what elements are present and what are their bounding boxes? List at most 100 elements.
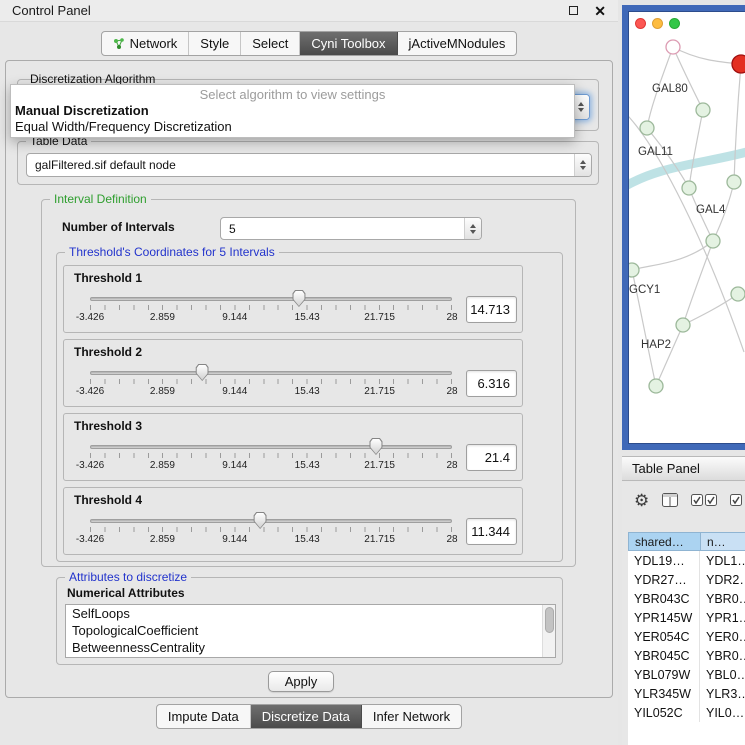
scale-label: 2.859 bbox=[150, 460, 175, 471]
cell-name[interactable]: YPR1… bbox=[700, 608, 745, 627]
function-icon[interactable] bbox=[730, 494, 744, 506]
list-item[interactable]: BetweennessCentrality bbox=[66, 639, 555, 656]
maximize-window-icon[interactable] bbox=[669, 18, 680, 29]
close-icon[interactable]: ✕ bbox=[594, 4, 606, 18]
cell-shared-name[interactable]: YER054C bbox=[628, 627, 700, 646]
network-node[interactable] bbox=[676, 318, 690, 332]
table-panel-title: Table Panel bbox=[632, 461, 700, 476]
cell-name[interactable]: YDR2… bbox=[700, 570, 745, 589]
network-edge bbox=[683, 294, 738, 325]
threshold-2-value-field[interactable] bbox=[466, 370, 517, 397]
network-node[interactable] bbox=[682, 181, 696, 195]
tab-infer-network[interactable]: Infer Network bbox=[362, 705, 461, 728]
cell-shared-name[interactable]: YPR145W bbox=[628, 608, 700, 627]
top-tabbar: Network Style Select Cyni Toolbox jActiv… bbox=[0, 31, 618, 56]
cell-shared-name[interactable]: YBL079W bbox=[628, 665, 700, 684]
cell-name[interactable]: YBR0… bbox=[700, 589, 745, 608]
slider-scale: -3.426 2.859 9.144 15.43 21.715 28 bbox=[90, 386, 452, 398]
slider-track[interactable] bbox=[90, 297, 452, 301]
threshold-1-slider[interactable]: -3.426 2.859 9.144 15.43 21.715 28 bbox=[90, 288, 452, 328]
apply-button[interactable]: Apply bbox=[268, 671, 334, 692]
cell-name[interactable]: YBR0… bbox=[700, 646, 745, 665]
cell-name[interactable]: YER0… bbox=[700, 627, 745, 646]
threshold-2-slider[interactable]: -3.426 2.859 9.144 15.43 21.715 28 bbox=[90, 362, 452, 402]
cell-shared-name[interactable]: YBR045C bbox=[628, 646, 700, 665]
tab-impute-data[interactable]: Impute Data bbox=[157, 705, 251, 728]
option-equal-width-frequency[interactable]: Equal Width/Frequency Discretization bbox=[11, 119, 574, 135]
table-row[interactable]: YPR145WYPR1… bbox=[628, 608, 745, 627]
threshold-4-value-field[interactable] bbox=[466, 518, 517, 545]
scrollbar-thumb[interactable] bbox=[545, 607, 554, 633]
scale-label: 21.715 bbox=[364, 534, 395, 545]
slider-thumb[interactable] bbox=[254, 512, 267, 529]
network-node[interactable] bbox=[731, 287, 745, 301]
cell-name[interactable]: YLR3… bbox=[700, 684, 745, 703]
tab-style[interactable]: Style bbox=[189, 32, 241, 55]
columns-icon[interactable] bbox=[662, 493, 678, 507]
list-item[interactable]: TopologicalCoefficient bbox=[66, 622, 555, 639]
option-manual-discretization[interactable]: Manual Discretization bbox=[11, 103, 574, 119]
column-header-shared-name[interactable]: shared… bbox=[628, 532, 700, 551]
list-item[interactable]: SelfLoops bbox=[66, 605, 555, 622]
scale-label: 9.144 bbox=[222, 312, 247, 323]
table-row[interactable]: YLR345WYLR3… bbox=[628, 684, 745, 703]
slider-thumb[interactable] bbox=[196, 364, 209, 381]
slider-track[interactable] bbox=[90, 445, 452, 449]
threshold-1-value-field[interactable] bbox=[466, 296, 517, 323]
network-node[interactable] bbox=[706, 234, 720, 248]
spinner-arrows-icon[interactable] bbox=[464, 218, 481, 239]
table-row[interactable]: YBL079WYBL0… bbox=[628, 665, 745, 684]
network-node[interactable] bbox=[629, 263, 639, 277]
network-edge bbox=[734, 64, 741, 182]
table-row[interactable]: YBR043CYBR0… bbox=[628, 589, 745, 608]
scale-label: 15.43 bbox=[295, 534, 320, 545]
num-intervals-spinner[interactable]: 5 bbox=[220, 217, 482, 240]
table-row[interactable]: YDR27…YDR2… bbox=[628, 570, 745, 589]
tab-discretize-data[interactable]: Discretize Data bbox=[251, 705, 362, 728]
threshold-4-slider[interactable]: -3.426 2.859 9.144 15.43 21.715 28 bbox=[90, 510, 452, 550]
slider-ticks bbox=[90, 379, 452, 384]
tab-select[interactable]: Select bbox=[241, 32, 300, 55]
table-row[interactable]: YDL19…YDL1… bbox=[628, 551, 745, 570]
table-row[interactable]: YIL052CYIL0… bbox=[628, 703, 745, 722]
slider-thumb[interactable] bbox=[292, 290, 305, 307]
bottom-tabstrip: Impute Data Discretize Data Infer Networ… bbox=[156, 704, 462, 729]
tab-jactivemnodules[interactable]: jActiveMNodules bbox=[398, 32, 517, 55]
cell-shared-name[interactable]: YDR27… bbox=[628, 570, 700, 589]
close-window-icon[interactable] bbox=[635, 18, 646, 29]
tab-cyni-toolbox[interactable]: Cyni Toolbox bbox=[300, 32, 397, 55]
network-node[interactable] bbox=[640, 121, 654, 135]
combo-arrows-icon[interactable] bbox=[574, 154, 591, 176]
slider-track[interactable] bbox=[90, 371, 452, 375]
table-row[interactable]: YER054CYER0… bbox=[628, 627, 745, 646]
network-node[interactable] bbox=[732, 55, 745, 73]
network-node[interactable] bbox=[696, 103, 710, 117]
tab-network[interactable]: Network bbox=[102, 32, 190, 55]
network-node[interactable] bbox=[727, 175, 741, 189]
network-node[interactable] bbox=[666, 40, 680, 54]
threshold-3-value-field[interactable] bbox=[466, 444, 517, 471]
cell-name[interactable]: YDL1… bbox=[700, 551, 745, 570]
threshold-3-slider[interactable]: -3.426 2.859 9.144 15.43 21.715 28 bbox=[90, 436, 452, 476]
network-node[interactable] bbox=[649, 379, 663, 393]
algorithm-dropdown-popup: Select algorithm to view settings Manual… bbox=[10, 84, 575, 138]
float-window-icon[interactable] bbox=[569, 6, 578, 15]
table-row[interactable]: YBR045CYBR0… bbox=[628, 646, 745, 665]
gear-icon[interactable]: ⚙ bbox=[634, 492, 649, 509]
network-canvas-area[interactable]: GAL80GAL11GAL4GCY1HAP2 bbox=[628, 11, 745, 444]
cell-shared-name[interactable]: YIL052C bbox=[628, 703, 700, 722]
cell-shared-name[interactable]: YDL19… bbox=[628, 551, 700, 570]
cell-name[interactable]: YBL0… bbox=[700, 665, 745, 684]
cell-shared-name[interactable]: YLR345W bbox=[628, 684, 700, 703]
cell-name[interactable]: YIL0… bbox=[700, 703, 745, 722]
cell-shared-name[interactable]: YBR043C bbox=[628, 589, 700, 608]
minimize-window-icon[interactable] bbox=[652, 18, 663, 29]
select-all-checkbox-icon[interactable] bbox=[691, 494, 717, 506]
table-panel-header[interactable]: Table Panel bbox=[622, 456, 745, 481]
column-header-name[interactable]: n… bbox=[700, 532, 745, 551]
table-data-combo[interactable]: galFiltered.sif default node bbox=[26, 153, 592, 177]
tab-cyni-label: Cyni Toolbox bbox=[311, 36, 385, 51]
slider-thumb[interactable] bbox=[369, 438, 382, 455]
slider-track[interactable] bbox=[90, 519, 452, 523]
list-scrollbar[interactable] bbox=[542, 605, 555, 657]
